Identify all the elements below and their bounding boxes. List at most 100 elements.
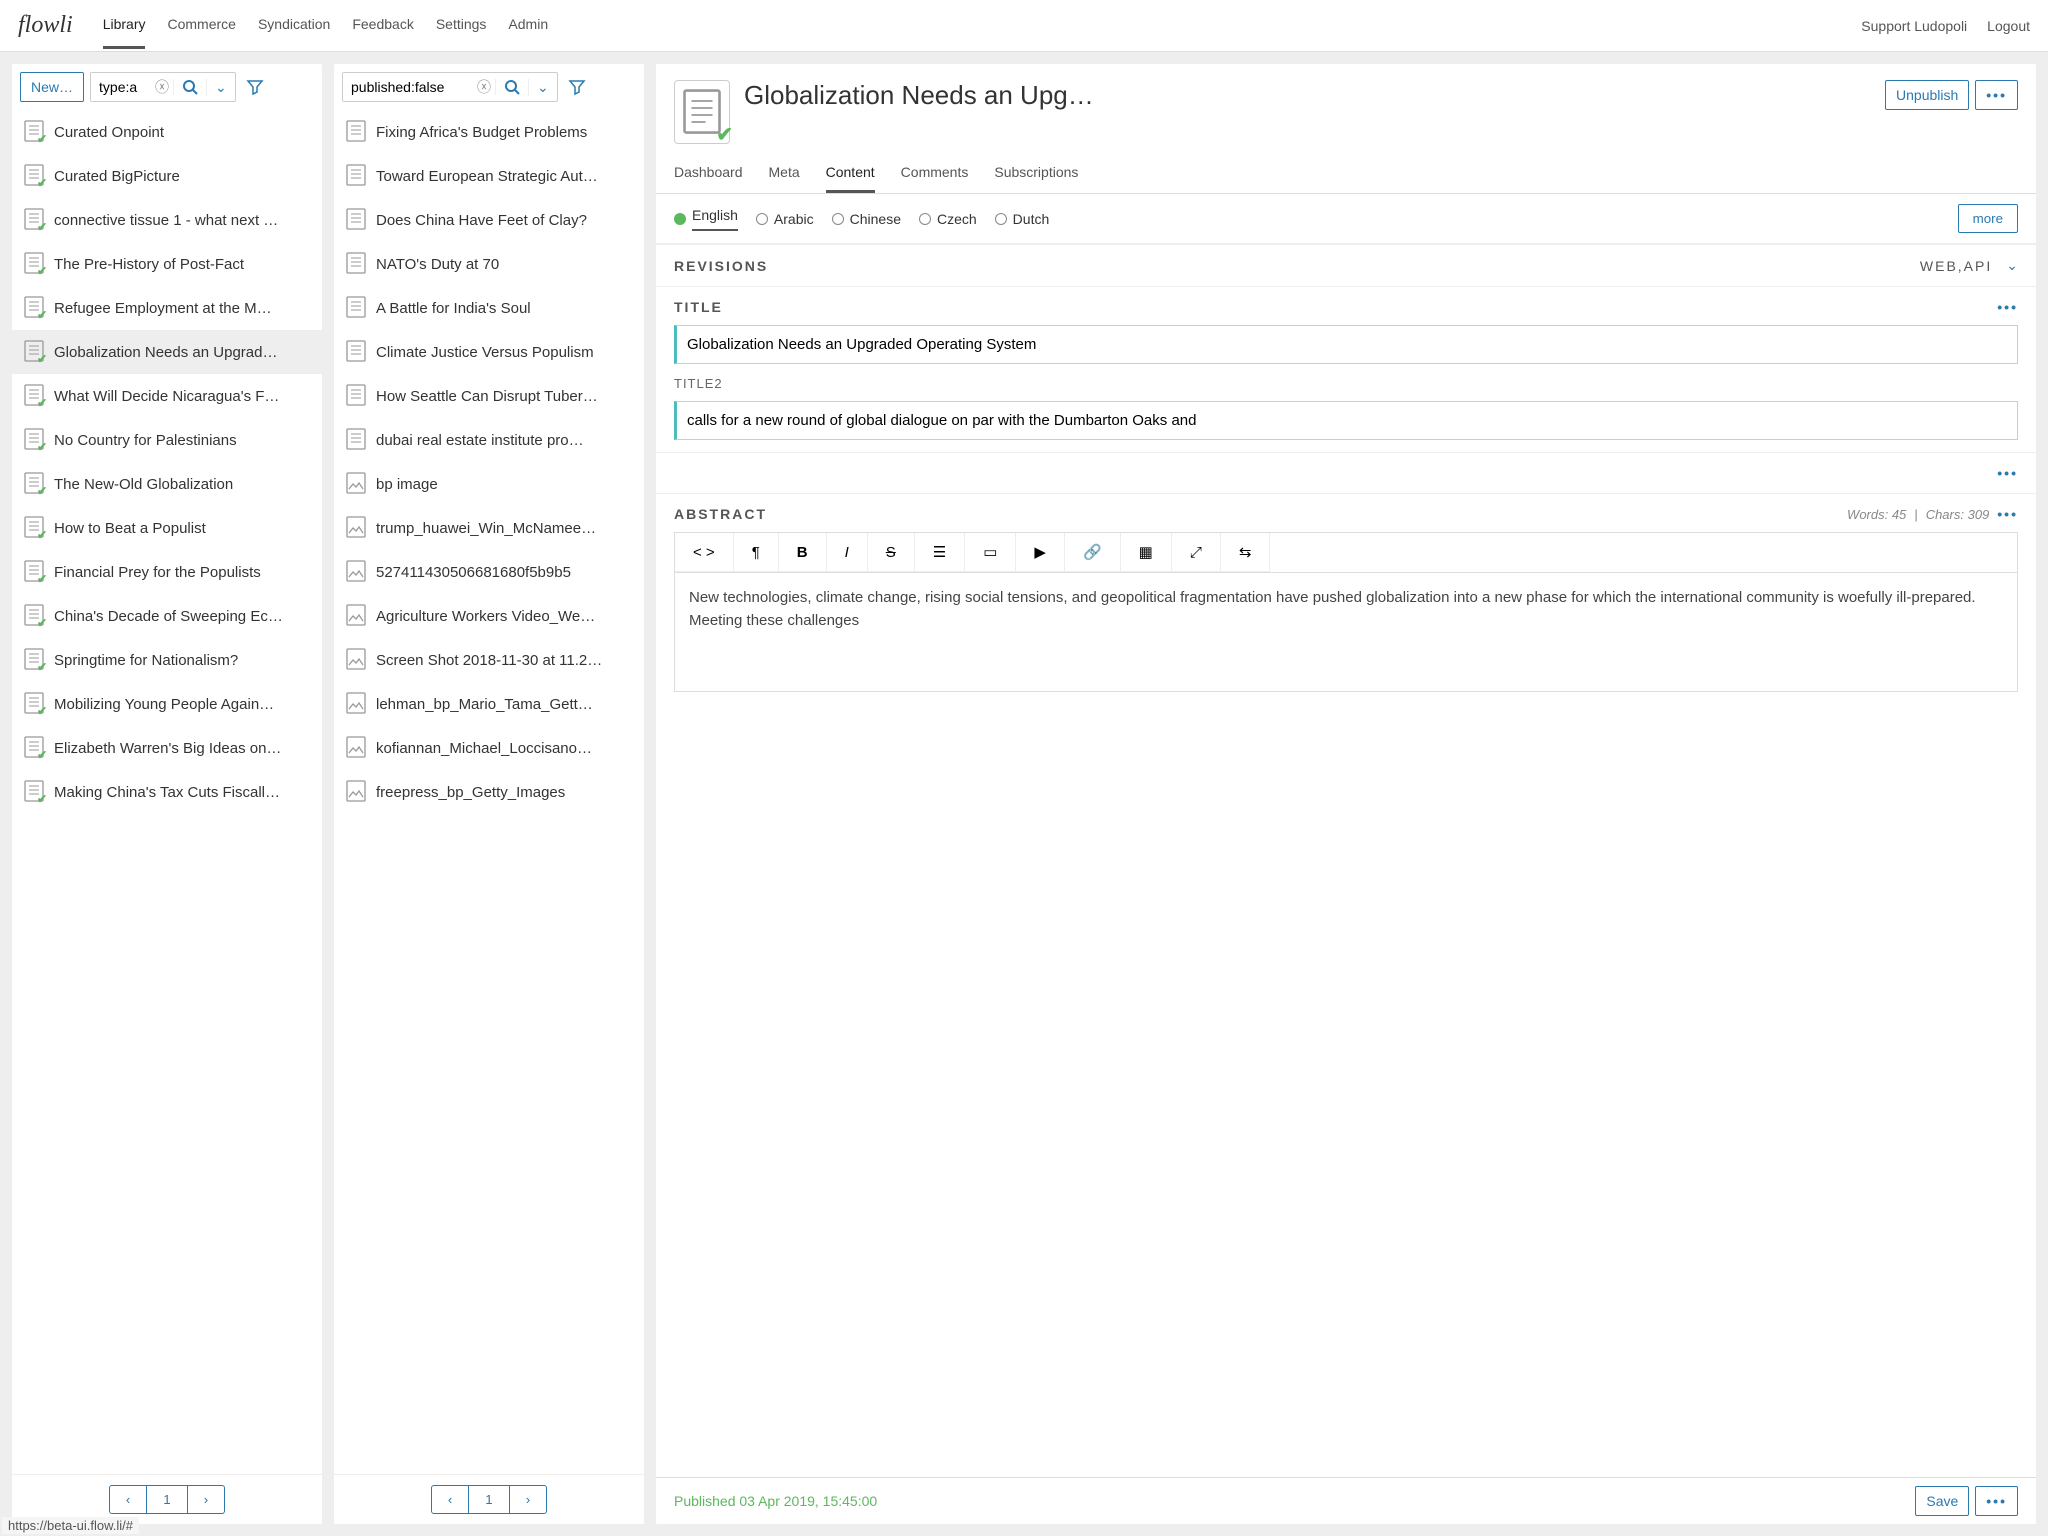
pager-2-prev[interactable]: ‹: [431, 1485, 469, 1514]
list-item[interactable]: trump_huawei_Win_McNamee…: [334, 506, 644, 550]
list-item[interactable]: ✔Mobilizing Young People Again…: [12, 682, 322, 726]
list-item[interactable]: ✔connective tissue 1 - what next …: [12, 198, 322, 242]
list-item[interactable]: ✔The New-Old Globalization: [12, 462, 322, 506]
rt-table-icon[interactable]: ▦: [1121, 533, 1172, 572]
list-item[interactable]: dubai real estate institute pro…: [334, 418, 644, 462]
list-item[interactable]: Does China Have Feet of Clay?: [334, 198, 644, 242]
nav-syndication[interactable]: Syndication: [258, 2, 330, 49]
document-icon: ✔: [24, 692, 44, 716]
list-item[interactable]: ✔Springtime for Nationalism?: [12, 638, 322, 682]
title2-input[interactable]: [674, 401, 2018, 440]
image-icon: [346, 648, 366, 672]
pager-1-page[interactable]: 1: [147, 1485, 187, 1514]
list-item[interactable]: Fixing Africa's Budget Problems: [334, 110, 644, 154]
list-item[interactable]: ✔No Country for Palestinians: [12, 418, 322, 462]
rt-bold-icon[interactable]: B: [779, 533, 827, 572]
funnel-icon-2[interactable]: [564, 74, 590, 100]
list-item[interactable]: ✔How to Beat a Populist: [12, 506, 322, 550]
search-icon-2[interactable]: [495, 79, 528, 95]
list-item[interactable]: bp image: [334, 462, 644, 506]
abstract-body[interactable]: New technologies, climate change, rising…: [674, 572, 2018, 692]
list-item[interactable]: ✔Financial Prey for the Populists: [12, 550, 322, 594]
list-item[interactable]: Toward European Strategic Aut…: [334, 154, 644, 198]
list-item[interactable]: A Battle for India's Soul: [334, 286, 644, 330]
rt-link-icon[interactable]: 🔗: [1065, 533, 1121, 572]
image-icon: [346, 472, 366, 496]
clear-filter-2-icon[interactable]: ⓧ: [473, 77, 495, 97]
chevron-down-icon-1[interactable]: ⌄: [206, 79, 235, 96]
title-more-icon[interactable]: •••: [1989, 299, 2018, 315]
list-item[interactable]: 527411430506681680f5b9b5: [334, 550, 644, 594]
filter-input-1[interactable]: [91, 73, 151, 101]
tab-content[interactable]: Content: [826, 154, 875, 193]
title-input[interactable]: [674, 325, 2018, 364]
rt-video-icon[interactable]: ▶: [1016, 533, 1065, 572]
list-item[interactable]: How Seattle Can Disrupt Tuber…: [334, 374, 644, 418]
radio-icon: [995, 213, 1007, 225]
rt-image-icon[interactable]: ▭: [965, 533, 1016, 572]
rt-expand-icon[interactable]: ⤢: [1172, 533, 1221, 572]
save-button[interactable]: Save: [1915, 1486, 1969, 1516]
list-item[interactable]: freepress_bp_Getty_Images: [334, 770, 644, 814]
detail-more-icon[interactable]: •••: [1975, 80, 2018, 110]
nav-admin[interactable]: Admin: [508, 2, 548, 49]
lang-english[interactable]: English: [674, 207, 738, 231]
list-item[interactable]: ✔What Will Decide Nicaragua's F…: [12, 374, 322, 418]
pager-2-next[interactable]: ›: [510, 1485, 547, 1514]
lang-arabic[interactable]: Arabic: [756, 211, 814, 227]
lang-chinese[interactable]: Chinese: [832, 211, 901, 227]
tab-comments[interactable]: Comments: [901, 154, 969, 193]
nav-settings[interactable]: Settings: [436, 2, 487, 49]
document-icon: [346, 384, 366, 408]
nav-support-ludopoli[interactable]: Support Ludopoli: [1861, 18, 1967, 34]
nav-commerce[interactable]: Commerce: [167, 2, 235, 49]
list-item[interactable]: Screen Shot 2018-11-30 at 11.2…: [334, 638, 644, 682]
filter-input-2[interactable]: [343, 73, 473, 101]
list-2: Fixing Africa's Budget ProblemsToward Eu…: [334, 110, 644, 1474]
rt-list-icon[interactable]: ☰: [915, 533, 965, 572]
rt-italic-icon[interactable]: I: [827, 533, 868, 572]
list-item[interactable]: kofiannan_Michael_Loccisano…: [334, 726, 644, 770]
tab-dashboard[interactable]: Dashboard: [674, 154, 743, 193]
chevron-down-icon-2[interactable]: ⌄: [528, 79, 557, 96]
column-detail: ✔ Globalization Needs an Upg… Unpublish …: [656, 64, 2036, 1524]
lang-dutch[interactable]: Dutch: [995, 211, 1050, 227]
nav-logout[interactable]: Logout: [1987, 18, 2030, 34]
list-item[interactable]: ✔Curated BigPicture: [12, 154, 322, 198]
pager-2-page[interactable]: 1: [469, 1485, 509, 1514]
lang-czech[interactable]: Czech: [919, 211, 977, 227]
rt-code-icon[interactable]: < >: [675, 533, 734, 572]
document-icon: ✔: [24, 252, 44, 276]
tab-meta[interactable]: Meta: [769, 154, 800, 193]
document-icon: ✔: [24, 736, 44, 760]
nav-library[interactable]: Library: [103, 2, 146, 49]
rt-strike-icon[interactable]: S: [868, 533, 915, 572]
pager-1-prev[interactable]: ‹: [109, 1485, 147, 1514]
list-item[interactable]: ✔China's Decade of Sweeping Ec…: [12, 594, 322, 638]
tab-subscriptions[interactable]: Subscriptions: [994, 154, 1078, 193]
list-item[interactable]: ✔Refugee Employment at the M…: [12, 286, 322, 330]
rt-swap-icon[interactable]: ⇆: [1221, 533, 1271, 572]
abstract-more-icon[interactable]: •••: [1989, 506, 2018, 522]
search-icon-1[interactable]: [173, 79, 206, 95]
pager-1-next[interactable]: ›: [188, 1485, 225, 1514]
nav-feedback[interactable]: Feedback: [352, 2, 413, 49]
list-item[interactable]: ✔The Pre-History of Post-Fact: [12, 242, 322, 286]
list-item[interactable]: ✔Making China's Tax Cuts Fiscall…: [12, 770, 322, 814]
list-item[interactable]: ✔Globalization Needs an Upgrad…: [12, 330, 322, 374]
list-item[interactable]: Climate Justice Versus Populism: [334, 330, 644, 374]
list-item[interactable]: ✔Elizabeth Warren's Big Ideas on…: [12, 726, 322, 770]
footer-more-icon[interactable]: •••: [1975, 1486, 2018, 1516]
lang-more-button[interactable]: more: [1958, 204, 2018, 233]
clear-filter-1-icon[interactable]: ⓧ: [151, 77, 173, 97]
unpublish-button[interactable]: Unpublish: [1885, 80, 1969, 110]
spacer-more-icon[interactable]: •••: [1989, 465, 2018, 481]
list-item[interactable]: ✔Curated Onpoint: [12, 110, 322, 154]
list-item[interactable]: lehman_bp_Mario_Tama_Gett…: [334, 682, 644, 726]
list-item[interactable]: NATO's Duty at 70: [334, 242, 644, 286]
revisions-chevron-icon[interactable]: ⌄: [2006, 257, 2018, 274]
list-item[interactable]: Agriculture Workers Video_We…: [334, 594, 644, 638]
funnel-icon-1[interactable]: [242, 74, 268, 100]
new-button[interactable]: New…: [20, 72, 84, 102]
rt-paragraph-icon[interactable]: ¶: [734, 533, 779, 572]
